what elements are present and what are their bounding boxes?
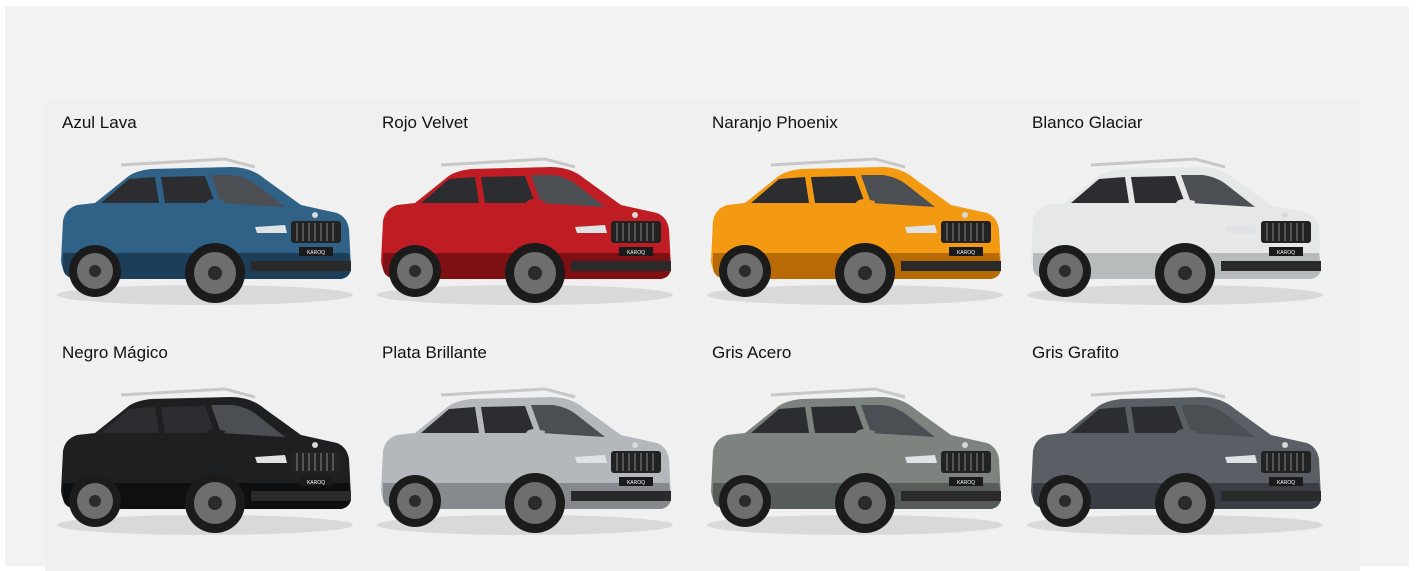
color-name-label: Gris Grafito xyxy=(1032,343,1119,362)
color-name-label: Gris Acero xyxy=(712,343,792,362)
badge-text: KAROQ xyxy=(627,250,645,256)
color-row-1: Azul Lava KAROQ Rojo Velvet KAROQ Naranj… xyxy=(45,101,1360,341)
badge-text: KAROQ xyxy=(307,480,325,486)
car-image: KAROQ xyxy=(1027,157,1323,305)
car-image: KAROQ xyxy=(1027,387,1323,535)
badge-text: KAROQ xyxy=(627,480,645,486)
badge-text: KAROQ xyxy=(957,480,975,486)
color-card-plata-brillante: Plata Brillante KAROQ xyxy=(365,331,673,571)
badge-text: KAROQ xyxy=(957,250,975,256)
color-name-label: Azul Lava xyxy=(62,113,137,132)
color-name-label: Naranjo Phoenix xyxy=(712,113,838,132)
color-card-negro-magico: Negro Mágico KAROQ xyxy=(45,331,353,571)
color-gallery-panel: Azul Lava KAROQ Rojo Velvet KAROQ Naranj… xyxy=(5,6,1409,571)
car-image: KAROQ xyxy=(57,157,353,305)
color-card-naranjo-phoenix: Naranjo Phoenix KAROQ xyxy=(695,101,1003,341)
badge-text: KAROQ xyxy=(1277,250,1295,256)
car-image: KAROQ xyxy=(377,157,673,305)
car-image: KAROQ xyxy=(57,387,353,535)
color-row-2: Negro Mágico KAROQ Plata Brillante KAROQ… xyxy=(45,331,1360,571)
color-card-gris-acero: Gris Acero KAROQ xyxy=(695,331,1003,571)
color-name-label: Blanco Glaciar xyxy=(1032,113,1143,132)
color-card-gris-grafito: Gris Grafito KAROQ xyxy=(1015,331,1323,571)
car-image: KAROQ xyxy=(377,387,673,535)
color-name-label: Negro Mágico xyxy=(62,343,168,362)
color-card-blanco-glaciar: Blanco Glaciar KAROQ xyxy=(1015,101,1323,341)
color-card-azul-lava: Azul Lava KAROQ xyxy=(45,101,353,341)
badge-text: KAROQ xyxy=(307,250,325,256)
car-image: KAROQ xyxy=(707,157,1003,305)
color-name-label: Plata Brillante xyxy=(382,343,487,362)
car-image: KAROQ xyxy=(707,387,1003,535)
color-card-rojo-velvet: Rojo Velvet KAROQ xyxy=(365,101,673,341)
color-name-label: Rojo Velvet xyxy=(382,113,468,132)
badge-text: KAROQ xyxy=(1277,480,1295,486)
